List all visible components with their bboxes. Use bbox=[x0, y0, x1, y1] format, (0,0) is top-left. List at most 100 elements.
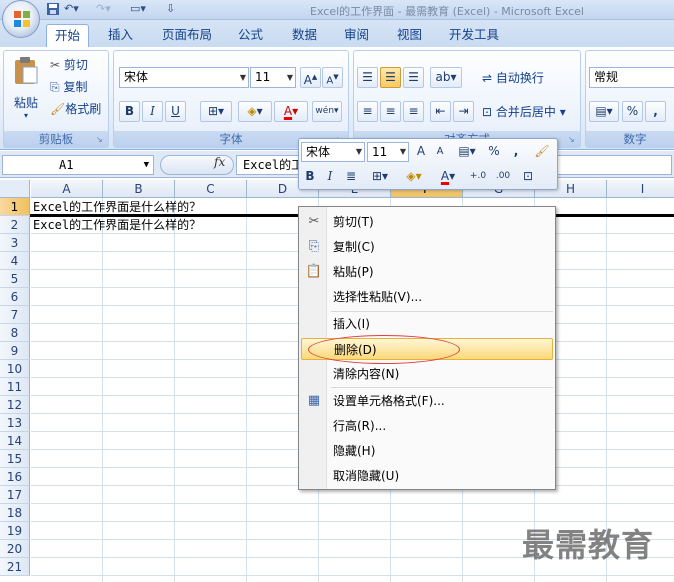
wrap-text-button[interactable]: ⇌ 自动换行 bbox=[482, 68, 544, 88]
paste-dropdown-icon[interactable]: ▾ bbox=[8, 111, 44, 120]
menu-item-format-cells[interactable]: ▦ 设置单元格格式(F)... bbox=[301, 390, 553, 412]
mini-center-button[interactable]: ≣ bbox=[341, 167, 361, 187]
menu-item-clear-contents[interactable]: 清除内容(N) bbox=[301, 363, 553, 385]
column-header-i[interactable]: I bbox=[607, 180, 674, 198]
decrease-indent-button[interactable]: ⇤ bbox=[430, 101, 451, 122]
increase-indent-button[interactable]: ⇥ bbox=[453, 101, 474, 122]
column-header-a[interactable]: A bbox=[31, 180, 103, 198]
mini-size-combo[interactable]: 11 ▼ bbox=[367, 142, 409, 162]
row-header-18[interactable]: 18 bbox=[0, 504, 30, 522]
fill-color-button[interactable]: ◈▾ bbox=[238, 101, 272, 122]
mini-bold-button[interactable]: B bbox=[301, 167, 319, 187]
align-center-button[interactable]: ≡ bbox=[380, 101, 401, 122]
row-header-15[interactable]: 15 bbox=[0, 450, 30, 468]
row-header-9[interactable]: 9 bbox=[0, 342, 30, 360]
chevron-down-icon[interactable]: ▼ bbox=[144, 156, 149, 174]
menu-item-paste-special[interactable]: 选择性粘贴(V)... bbox=[301, 286, 553, 308]
mini-percent-button[interactable]: % bbox=[485, 142, 503, 162]
mini-decrease-decimal-button[interactable]: .00 bbox=[491, 167, 515, 187]
row-header-16[interactable]: 16 bbox=[0, 468, 30, 486]
row-header-20[interactable]: 20 bbox=[0, 540, 30, 558]
align-left-button[interactable]: ≡ bbox=[357, 101, 378, 122]
insert-function-icon[interactable]: fx bbox=[214, 155, 225, 169]
shrink-font-button[interactable]: A▼ bbox=[322, 67, 343, 88]
row-header-2[interactable]: 2 bbox=[0, 216, 30, 234]
menu-item-cut[interactable]: ✂ 剪切(T) bbox=[301, 211, 553, 233]
row-header-19[interactable]: 19 bbox=[0, 522, 30, 540]
cut-button[interactable]: ✂ 剪切 bbox=[50, 55, 88, 75]
tab-formulas[interactable]: 公式 bbox=[230, 24, 271, 47]
menu-item-paste[interactable]: 📋 粘贴(P) bbox=[301, 261, 553, 283]
row-header-21[interactable]: 21 bbox=[0, 558, 30, 576]
row-header-11[interactable]: 11 bbox=[0, 378, 30, 396]
tab-page-layout[interactable]: 页面布局 bbox=[154, 24, 220, 47]
comma-button[interactable]: , bbox=[645, 101, 666, 122]
number-format-combo[interactable]: 常规 bbox=[589, 67, 674, 88]
row-header-1[interactable]: 1 bbox=[0, 198, 30, 216]
paste-button[interactable]: 粘贴 ▾ bbox=[8, 55, 44, 121]
row-header-13[interactable]: 13 bbox=[0, 414, 30, 432]
mini-format-painter-button[interactable]: 🖌 bbox=[531, 142, 553, 162]
copy-button[interactable]: ⎘ 复制 bbox=[50, 77, 87, 97]
mini-font-color-button[interactable]: A▾ bbox=[433, 167, 463, 187]
percent-button[interactable]: % bbox=[622, 101, 643, 122]
menu-item-insert[interactable]: 插入(I) bbox=[301, 313, 553, 335]
tab-home[interactable]: 开始 bbox=[46, 24, 90, 47]
tab-developer[interactable]: 开发工具 bbox=[441, 24, 507, 47]
undo-icon[interactable]: ↶▾ bbox=[64, 2, 79, 17]
tab-data[interactable]: 数据 bbox=[284, 24, 325, 47]
align-middle-button[interactable]: ☰ bbox=[380, 67, 401, 88]
select-all-button[interactable] bbox=[0, 180, 30, 198]
menu-item-row-height[interactable]: 行高(R)... bbox=[301, 415, 553, 437]
row-header-3[interactable]: 3 bbox=[0, 234, 30, 252]
row-header-5[interactable]: 5 bbox=[0, 270, 30, 288]
column-header-c[interactable]: C bbox=[175, 180, 247, 198]
redo-icon[interactable]: ↷▾ bbox=[96, 2, 111, 17]
row-header-12[interactable]: 12 bbox=[0, 396, 30, 414]
mini-increase-decimal-button[interactable]: +.0 bbox=[467, 167, 489, 187]
font-color-button[interactable]: A▾ bbox=[274, 101, 308, 122]
mini-fill-color-button[interactable]: ◈▾ bbox=[399, 167, 429, 187]
row-header-14[interactable]: 14 bbox=[0, 432, 30, 450]
office-button[interactable] bbox=[2, 0, 40, 38]
merge-center-button[interactable]: ⊡ 合并后居中 ▾ bbox=[482, 102, 566, 122]
mini-accounting-button[interactable]: ▤▾ bbox=[453, 142, 481, 162]
menu-item-hide[interactable]: 隐藏(H) bbox=[301, 440, 553, 462]
dialog-launcher-icon[interactable]: ↘ bbox=[96, 135, 105, 144]
menu-item-unhide[interactable]: 取消隐藏(U) bbox=[301, 465, 553, 487]
menu-item-copy[interactable]: ⎘ 复制(C) bbox=[301, 236, 553, 258]
row-header-4[interactable]: 4 bbox=[0, 252, 30, 270]
align-bottom-button[interactable]: ☰ bbox=[403, 67, 424, 88]
name-box[interactable]: A1 ▼ bbox=[2, 155, 154, 175]
italic-button[interactable]: I bbox=[142, 101, 163, 122]
mini-borders-button[interactable]: ⊞▾ bbox=[365, 167, 395, 187]
orientation-button[interactable]: ab▾ bbox=[430, 67, 462, 88]
save-icon[interactable] bbox=[46, 2, 60, 17]
customize-qat-icon[interactable]: ⇩ bbox=[166, 2, 175, 17]
cell-a2[interactable]: Excel的工作界面是什么样的？ bbox=[33, 216, 201, 234]
format-painter-button[interactable]: 🖌格式刷 bbox=[50, 99, 101, 119]
grow-font-button[interactable]: A▲ bbox=[300, 67, 321, 88]
font-size-combo[interactable]: 11 ▼ bbox=[250, 67, 296, 88]
mini-merge-button[interactable]: ⊡ bbox=[517, 167, 539, 187]
row-header-17[interactable]: 17 bbox=[0, 486, 30, 504]
tab-view[interactable]: 视图 bbox=[389, 24, 430, 47]
align-right-button[interactable]: ≡ bbox=[403, 101, 424, 122]
phonetic-button[interactable]: wén▾ bbox=[312, 101, 342, 122]
dialog-launcher-icon[interactable]: ↘ bbox=[568, 135, 577, 144]
bold-button[interactable]: B bbox=[119, 101, 140, 122]
row-header-8[interactable]: 8 bbox=[0, 324, 30, 342]
accounting-format-button[interactable]: ▤▾ bbox=[589, 101, 619, 122]
tab-review[interactable]: 审阅 bbox=[336, 24, 377, 47]
print-preview-icon[interactable]: ▭▾ bbox=[130, 2, 146, 17]
tab-insert[interactable]: 插入 bbox=[100, 24, 141, 47]
mini-font-combo[interactable]: 宋体 ▼ bbox=[301, 142, 365, 162]
mini-grow-font-button[interactable]: A bbox=[412, 142, 430, 162]
column-header-b[interactable]: B bbox=[103, 180, 175, 198]
row-header-7[interactable]: 7 bbox=[0, 306, 30, 324]
font-name-combo[interactable]: 宋体 ▼ bbox=[119, 67, 249, 88]
align-top-button[interactable]: ☰ bbox=[357, 67, 378, 88]
mini-italic-button[interactable]: I bbox=[321, 167, 339, 187]
row-header-10[interactable]: 10 bbox=[0, 360, 30, 378]
borders-button[interactable]: ⊞▾ bbox=[200, 101, 232, 122]
